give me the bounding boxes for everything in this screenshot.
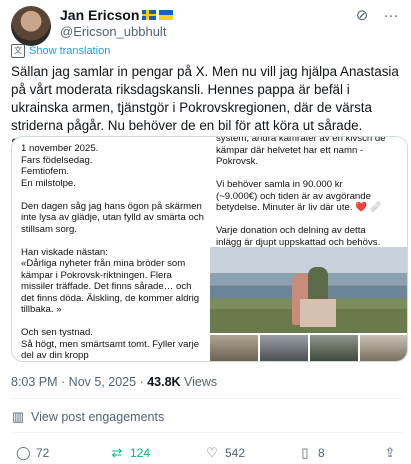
media-thumbnail-4[interactable]	[360, 335, 407, 361]
media-thumbnail-1[interactable]	[210, 335, 258, 361]
tweet-time[interactable]: 8:03 PM	[11, 375, 58, 389]
sweden-flag-icon	[142, 10, 157, 20]
repost-button[interactable]: ⇄ 124	[110, 445, 150, 461]
media-thumbnail-2[interactable]	[260, 335, 308, 361]
show-translation-label: Show translation	[29, 45, 111, 57]
bookmark-icon: ▯	[301, 445, 309, 460]
tweet-meta: 8:03 PM · Nov 5, 2025 · 43.8K Views	[11, 375, 218, 389]
show-translation-link[interactable]: 文 Show translation	[11, 44, 110, 58]
bar-chart-icon: ▥	[11, 409, 25, 424]
like-count: 542	[225, 446, 246, 460]
media-text-card-right[interactable]: system, andra kamrater av en kivsch de k…	[210, 136, 407, 248]
views-count: 43.8K	[147, 375, 181, 389]
divider	[11, 432, 403, 433]
repost-icon: ⇄	[111, 445, 123, 460]
tweet-date[interactable]: Nov 5, 2025	[69, 375, 136, 389]
view-engagements-label: View post engagements	[31, 410, 165, 424]
translate-icon: 文	[11, 44, 25, 58]
like-button[interactable]: ♡ 542	[205, 445, 245, 461]
reply-count: 72	[36, 446, 50, 460]
media-thumbnail-3[interactable]	[310, 335, 358, 361]
share-button[interactable]: ⇪	[383, 445, 397, 461]
heart-icon: ♡	[206, 445, 218, 460]
views-label: Views	[184, 375, 218, 389]
divider	[11, 398, 403, 399]
repost-count: 124	[130, 446, 151, 460]
author-name[interactable]: Jan Ericson	[60, 7, 139, 23]
avatar[interactable]	[11, 6, 51, 46]
media-text-card-left[interactable]: 1 november 2025. Fars födelsedag. Femtio…	[12, 137, 208, 361]
view-engagements-link[interactable]: ▥ View post engagements	[11, 409, 164, 425]
more-options-icon[interactable]: ···	[381, 6, 401, 26]
grok-icon[interactable]: ⊘	[352, 6, 372, 26]
ukraine-flag-icon	[159, 10, 174, 20]
author-name-row[interactable]: Jan Ericson	[60, 7, 174, 23]
media-grid[interactable]: 1 november 2025. Fars födelsedag. Femtio…	[11, 136, 408, 362]
share-icon: ⇪	[384, 445, 396, 460]
media-photo-family[interactable]	[210, 247, 407, 333]
author-handle[interactable]: @Ericson_ubbhult	[60, 24, 166, 39]
photo-person-child	[300, 299, 336, 327]
reply-icon: ◯	[16, 445, 31, 460]
bookmark-count: 8	[318, 446, 325, 460]
right-card-text: system, andra kamrater av en kivsch de k…	[216, 136, 386, 248]
reply-button[interactable]: ◯ 72	[16, 445, 49, 461]
bookmark-button[interactable]: ▯ 8	[298, 445, 325, 461]
left-card-text: 1 november 2025. Fars födelsedag. Femtio…	[21, 143, 204, 361]
